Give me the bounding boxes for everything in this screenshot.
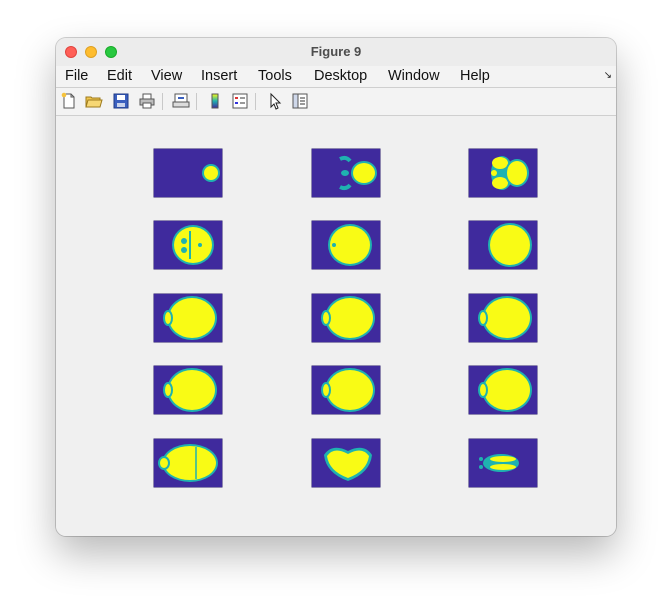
save-icon[interactable] [112,92,130,110]
menu-bar: File Edit View Insert Tools Desktop Wind… [56,66,616,88]
menu-desktop[interactable]: Desktop [314,68,367,84]
toolbar-separator [255,93,256,110]
dock-arrow-icon[interactable]: ↘ [604,70,612,81]
slice-panel [154,366,222,414]
slice-image [163,368,217,412]
window-title: Figure 9 [310,44,362,59]
title-bar[interactable]: Figure 9 [56,38,616,67]
menu-file[interactable]: File [65,68,88,84]
slice-image [163,296,217,340]
slice-panel [312,149,380,197]
print-icon[interactable] [138,92,156,110]
slice-panel [469,149,537,197]
slice-image [339,155,377,191]
slice-image [328,224,372,266]
legend-icon[interactable] [231,92,249,110]
slice-panel [312,439,380,487]
menu-help[interactable]: Help [460,68,490,84]
slice-panel [469,294,537,342]
menu-tools[interactable]: Tools [258,68,292,84]
slice-image [491,156,529,190]
slice-panel [312,221,380,269]
slice-panel [469,221,537,269]
slice-panel [154,149,222,197]
toolbar [56,88,616,116]
menu-view[interactable]: View [151,68,182,84]
new-figure-icon[interactable] [60,92,78,110]
slice-panel [469,366,537,414]
menu-insert[interactable]: Insert [201,68,237,84]
figure-window: Figure 9 File Edit View Insert Tools Des… [56,38,616,536]
pointer-icon[interactable] [266,92,284,110]
toolbar-separator [162,93,163,110]
menu-window[interactable]: Window [388,68,440,84]
slice-panel [469,439,537,487]
slice-panel [312,294,380,342]
slice-panel [154,439,222,487]
slice-image [324,447,372,481]
link-plot-icon[interactable] [172,92,190,110]
menu-edit[interactable]: Edit [107,68,132,84]
slice-image [158,444,218,482]
slice-panel [154,294,222,342]
property-inspector-icon[interactable] [291,92,309,110]
slice-image [321,368,375,412]
slice-image [172,225,214,265]
slice-panel [154,221,222,269]
colorbar-icon[interactable] [206,92,224,110]
slice-panel [312,366,380,414]
slice-image [479,454,519,472]
slice-image [202,164,220,182]
slice-image [478,296,532,340]
open-file-icon[interactable] [85,92,103,110]
toolbar-separator [196,93,197,110]
slice-image [478,368,532,412]
slice-image [488,223,532,267]
slice-image [321,296,375,340]
figure-canvas[interactable] [56,116,616,536]
